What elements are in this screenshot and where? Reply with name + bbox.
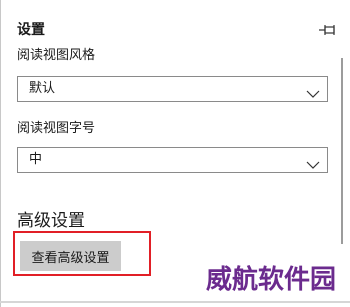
chevron-down-icon — [306, 84, 320, 98]
advanced-settings-heading: 高级设置 — [17, 211, 85, 231]
panel-title: 设置 — [17, 22, 45, 38]
reading-view-style-value: 默认 — [29, 81, 56, 96]
settings-panel: 设置 阅读视图风格 默认 阅读视图字号 中 高级设置 查看高级设置 威航软件园 — [0, 0, 350, 307]
watermark-text: 威航软件园 — [206, 265, 337, 295]
reading-view-font-size-value: 中 — [29, 152, 43, 167]
scrollbar-track[interactable] — [336, 44, 350, 301]
reading-view-style-label: 阅读视图风格 — [17, 48, 96, 63]
reading-view-font-size-label: 阅读视图字号 — [17, 121, 96, 136]
chevron-down-icon — [306, 155, 320, 169]
panel-bottom-border — [0, 301, 350, 303]
scrollbar-thumb[interactable] — [341, 58, 343, 244]
pin-icon[interactable] — [318, 21, 338, 39]
highlight-annotation — [13, 231, 151, 276]
reading-view-font-size-dropdown[interactable]: 中 — [17, 147, 328, 173]
reading-view-style-dropdown[interactable]: 默认 — [17, 76, 328, 102]
